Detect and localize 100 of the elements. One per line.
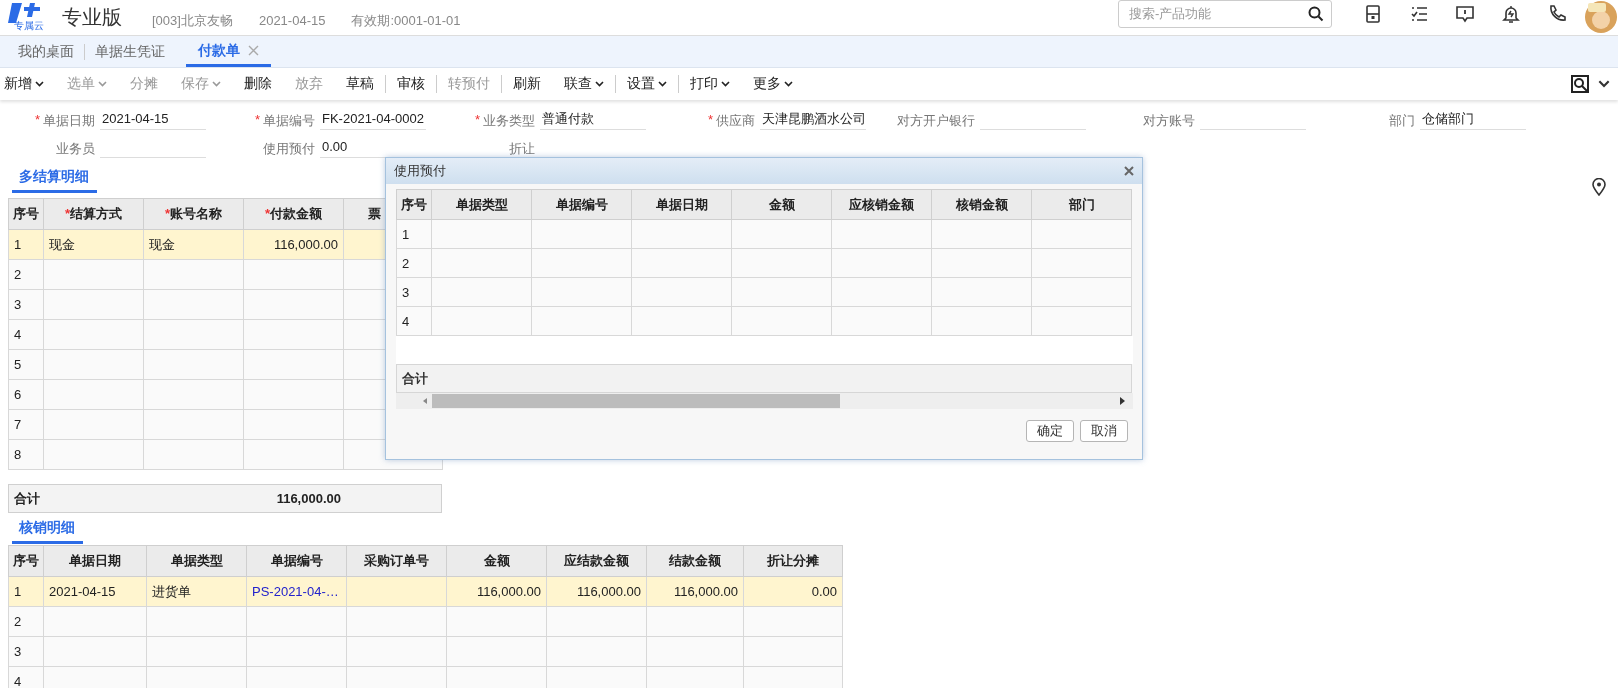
column-header[interactable]: 部门 — [1031, 189, 1132, 220]
column-header[interactable]: 序号 — [8, 545, 44, 577]
column-header[interactable]: 应结款金额 — [546, 545, 647, 577]
field-label: 单据日期 — [43, 112, 95, 130]
phone-icon[interactable] — [1547, 3, 1567, 24]
section-tab[interactable]: 多结算明细 — [12, 168, 97, 193]
column-header[interactable]: 单据编号 — [531, 189, 632, 220]
column-header[interactable]: 应核销金额 — [831, 189, 932, 220]
field-label: 部门 — [1389, 112, 1415, 130]
row-number: 4 — [8, 666, 44, 688]
validity-period: 有效期:0001-01-01 — [351, 11, 461, 30]
document-link[interactable]: PS-2021-04-… — [246, 576, 347, 607]
toolbar-button[interactable]: 新增 — [0, 75, 56, 93]
caret-icon — [212, 81, 221, 87]
column-header[interactable]: 采购订单号 — [346, 545, 447, 577]
toolbar-button[interactable]: 联查 — [553, 75, 616, 93]
toolbar-button[interactable]: 打印 — [679, 75, 742, 93]
table-cell: 116,000.00 — [446, 576, 547, 607]
arrow-right-icon[interactable] — [1119, 397, 1125, 405]
row-number: 3 — [8, 636, 44, 667]
field-label: 折让 — [509, 140, 535, 158]
row-number: 2 — [396, 248, 432, 278]
input-field[interactable]: 2021-04-15 — [100, 108, 206, 130]
column-header[interactable]: 序号 — [8, 198, 44, 230]
required-mark: * — [474, 112, 480, 129]
table-cell: 116,000.00 — [646, 576, 744, 607]
column-header[interactable]: *账号名称 — [143, 198, 244, 230]
input-field[interactable]: 普通付款 — [540, 108, 646, 130]
row-number: 1 — [396, 219, 432, 249]
input-field[interactable]: 天津昆鹏酒水公司 — [760, 108, 866, 130]
search-icon[interactable] — [1570, 74, 1590, 94]
login-date: 2021-04-15 — [258, 13, 326, 28]
search-field[interactable]: 搜索-产品功能 — [1118, 0, 1332, 28]
row-number: 7 — [8, 409, 44, 440]
field-label: 单据编号 — [263, 112, 315, 130]
column-header[interactable]: 单据编号 — [246, 545, 347, 577]
input-field[interactable]: 仓储部门 — [1420, 108, 1526, 130]
arrow-left-icon[interactable] — [422, 397, 428, 405]
search-icon[interactable] — [1308, 5, 1324, 22]
toolbar-button[interactable]: 审核 — [386, 75, 437, 93]
table-cell: 进货单 — [146, 576, 247, 607]
row-number: 1 — [8, 576, 44, 607]
toolbar-button[interactable]: 刷新 — [502, 75, 553, 93]
table-cell: 116,000.00 — [546, 576, 647, 607]
column-header[interactable]: 单据日期 — [43, 545, 147, 577]
field-label: 对方开户银行 — [897, 112, 975, 130]
column-header[interactable]: 单据日期 — [631, 189, 732, 220]
product-name: 专业版 — [62, 5, 122, 30]
tab-label: 单据生凭证 — [95, 43, 165, 61]
row-number: 3 — [396, 277, 432, 307]
table-cell: 现金 — [43, 229, 144, 260]
column-header[interactable]: 单据类型 — [431, 189, 532, 220]
row-number: 4 — [8, 319, 44, 350]
row-number: 3 — [8, 289, 44, 320]
tab-label: 付款单 — [198, 41, 240, 60]
row-number: 8 — [8, 439, 44, 470]
required-mark: * — [64, 206, 71, 221]
input-field[interactable]: FK-2021-04-0002 — [320, 108, 426, 130]
column-header[interactable]: 结款金额 — [646, 545, 744, 577]
tab[interactable]: 我的桌面 — [8, 37, 84, 67]
column-header[interactable]: 折让分摊 — [743, 545, 843, 577]
table-cell: 116,000.00 — [243, 229, 344, 260]
column-header[interactable]: *结算方式 — [43, 198, 144, 230]
location-icon[interactable] — [1592, 178, 1606, 196]
column-header[interactable]: 金额 — [446, 545, 547, 577]
logo-caption: 专属云 — [13, 18, 44, 33]
required-mark: * — [254, 112, 260, 129]
tab-label: 我的桌面 — [18, 43, 74, 61]
table-cell: 现金 — [143, 229, 244, 260]
toolbar-button[interactable]: 删除 — [233, 75, 284, 93]
total-label: 合计 — [13, 489, 41, 508]
column-header[interactable]: 单据类型 — [146, 545, 247, 577]
required-mark: * — [164, 206, 171, 221]
horizontal-scrollbar[interactable] — [396, 393, 1133, 409]
caret-icon — [721, 81, 730, 87]
column-header[interactable]: 核销金额 — [931, 189, 1032, 220]
toolbar-button[interactable]: 更多 — [742, 75, 805, 93]
required-mark: * — [264, 206, 271, 221]
close-icon[interactable] — [1124, 166, 1134, 176]
column-header[interactable]: 序号 — [396, 189, 432, 220]
column-header[interactable]: *付款金额 — [243, 198, 344, 230]
table-cell: 2021-04-15 — [43, 576, 147, 607]
total-label: 合计 — [402, 369, 428, 388]
dialog-button[interactable]: 确定 — [1026, 420, 1074, 442]
field-label: 使用预付 — [263, 140, 315, 158]
toolbar-button[interactable]: 设置 — [616, 75, 679, 93]
caret-icon — [35, 81, 44, 87]
dialog-button[interactable]: 取消 — [1080, 420, 1128, 442]
document-icon[interactable] — [1363, 3, 1383, 24]
bell-icon[interactable] — [1501, 3, 1521, 24]
tab[interactable]: 单据生凭证 — [85, 37, 175, 67]
caret-icon[interactable] — [1598, 80, 1610, 88]
column-header[interactable]: 金额 — [731, 189, 832, 220]
dialog-title: 使用预付 — [394, 162, 446, 180]
row-number: 6 — [8, 379, 44, 410]
required-mark: * — [34, 112, 40, 129]
toolbar-button[interactable]: 草稿 — [335, 75, 386, 93]
row-number: 2 — [8, 606, 44, 637]
message-icon[interactable] — [1455, 3, 1475, 24]
row-number: 5 — [8, 349, 44, 380]
